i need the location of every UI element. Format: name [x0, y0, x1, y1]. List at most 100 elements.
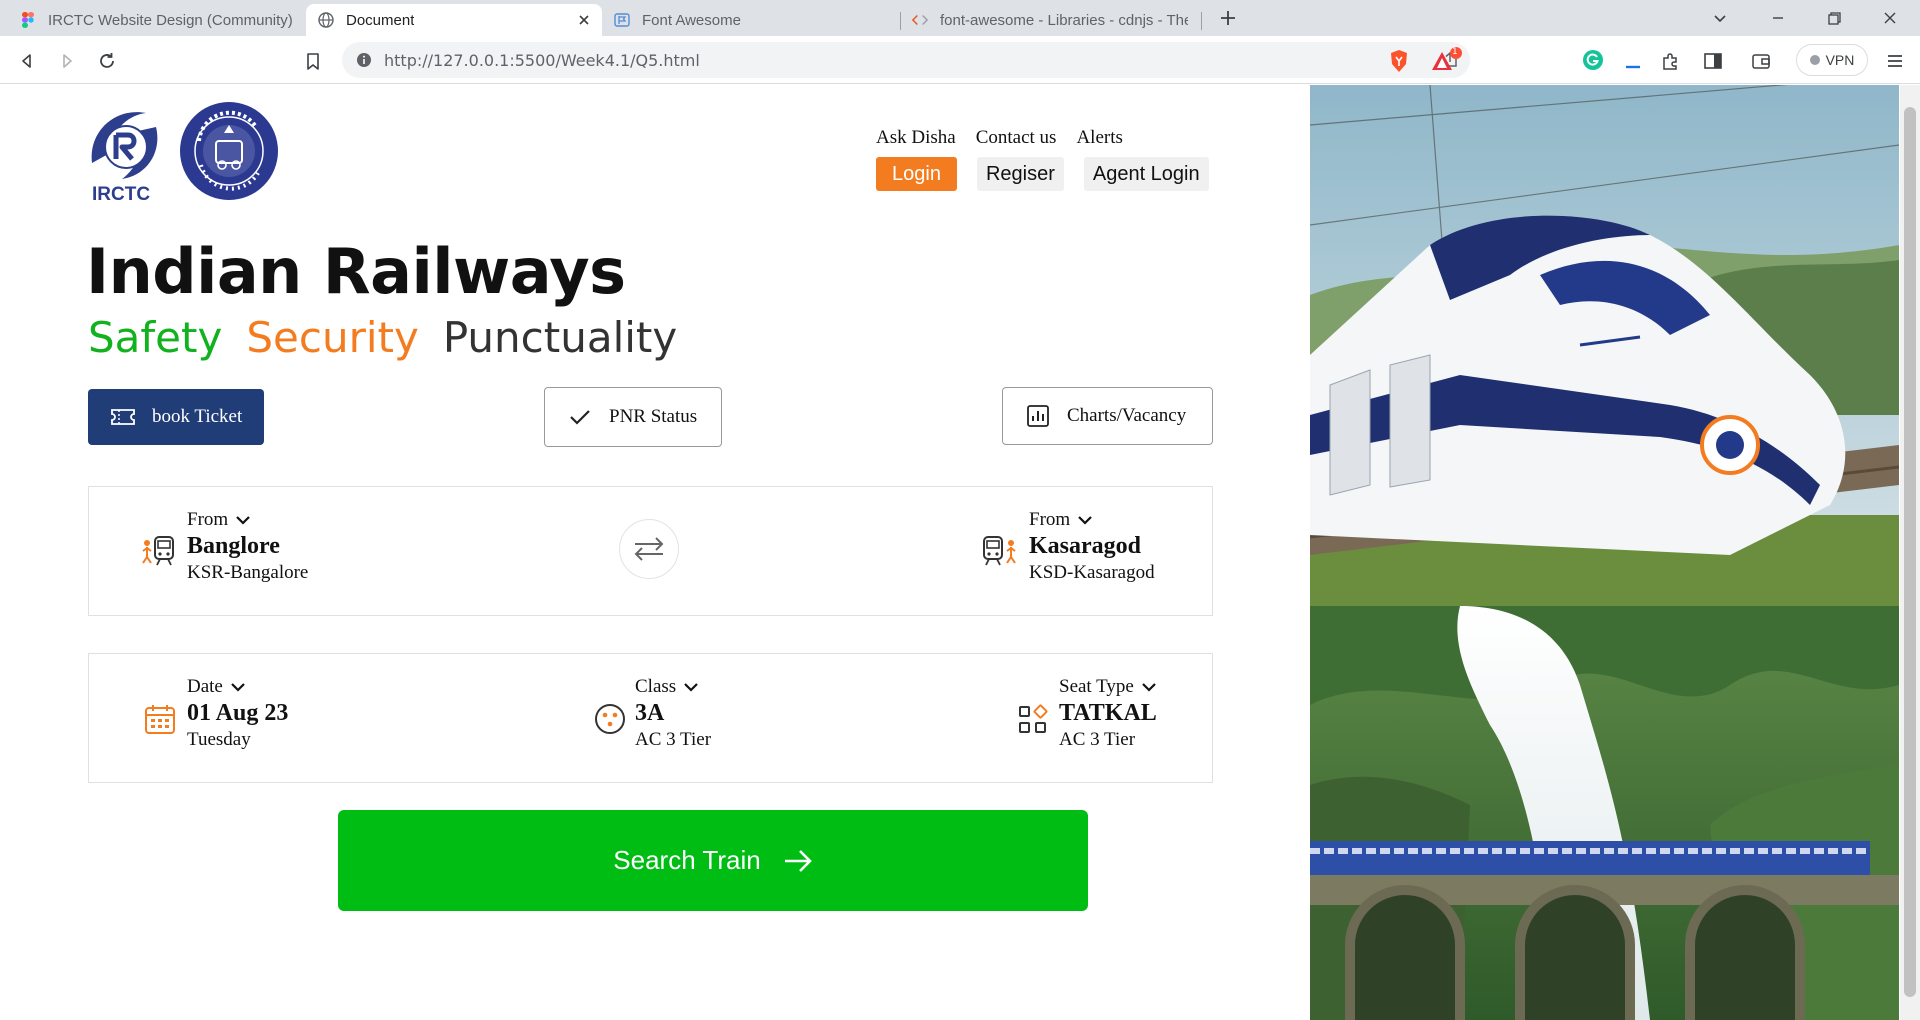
- chevron-down-icon[interactable]: [229, 678, 247, 696]
- close-window-icon[interactable]: [1880, 8, 1900, 28]
- code-brackets-icon: [912, 12, 928, 28]
- close-tab-icon[interactable]: [576, 12, 592, 28]
- restore-window-icon[interactable]: [1824, 8, 1844, 28]
- arrow-right-icon: [784, 849, 812, 872]
- pnr-status-label: PNR Status: [609, 406, 698, 427]
- vpn-button[interactable]: VPN: [1796, 44, 1868, 76]
- charts-vacancy-button[interactable]: Charts/Vacancy: [1002, 387, 1213, 445]
- tab-search-chevron-icon[interactable]: [1710, 8, 1730, 28]
- page-scrollbar[interactable]: [1900, 85, 1920, 1020]
- to-label: From: [1029, 509, 1071, 530]
- chevron-down-icon[interactable]: [1076, 511, 1094, 529]
- wallet-icon[interactable]: [1750, 50, 1772, 72]
- train-passenger-icon: [981, 531, 1021, 571]
- seat-type-grid-icon: [1017, 704, 1049, 736]
- ticket-icon: [110, 404, 136, 430]
- url-text: http://127.0.0.1:5500/Week4.1/Q5.html: [384, 51, 700, 70]
- seat-type-field[interactable]: Seat Type TATKAL AC 3 Tier: [1059, 676, 1158, 751]
- tagline: Safety Security Punctuality: [88, 313, 677, 362]
- tab-title: font-awesome - Libraries - cdnjs - The: [940, 11, 1188, 29]
- to-station-name: Kasaragod: [1029, 533, 1142, 559]
- menu-hamburger-icon[interactable]: [1884, 50, 1906, 72]
- tab-title: Font Awesome: [642, 11, 741, 29]
- chevron-down-icon[interactable]: [234, 511, 252, 529]
- tab-irctc-figma[interactable]: IRCTC Website Design (Community) (C: [8, 4, 308, 36]
- chevron-down-icon[interactable]: [1140, 678, 1158, 696]
- tab-title: IRCTC Website Design (Community) (C: [48, 11, 296, 29]
- tagline-punctuality: Punctuality: [442, 313, 678, 362]
- swap-stations-button[interactable]: [619, 519, 679, 579]
- extension-dash-icon[interactable]: [1622, 50, 1644, 72]
- logo-group: IRCTC: [86, 101, 286, 207]
- forward-icon[interactable]: [56, 50, 78, 72]
- from-station-name: Banglore: [187, 533, 280, 559]
- travel-options-card: Date 01 Aug 23 Tuesday Class 3A AC 3 Tie…: [88, 653, 1213, 783]
- checkmark-icon: [567, 404, 593, 430]
- search-train-button[interactable]: Search Train: [338, 810, 1088, 911]
- scrollbar-thumb[interactable]: [1904, 107, 1916, 997]
- brave-shield-icon[interactable]: [1387, 48, 1411, 74]
- tab-document[interactable]: Document: [306, 4, 602, 36]
- minimize-icon[interactable]: [1768, 8, 1788, 28]
- tab-font-awesome[interactable]: Font Awesome: [602, 4, 898, 36]
- tab-separator: [1201, 12, 1202, 30]
- svg-text:IRCTC: IRCTC: [92, 184, 150, 205]
- date-value: 01 Aug 23: [187, 700, 289, 726]
- tagline-safety: Safety: [88, 313, 223, 362]
- date-weekday: Tuesday: [187, 729, 251, 750]
- calendar-icon: [143, 702, 177, 736]
- brave-rewards-icon[interactable]: 1: [1430, 46, 1464, 74]
- tab-cdnjs[interactable]: font-awesome - Libraries - cdnjs - The: [900, 4, 1200, 36]
- font-awesome-flag-icon: [614, 12, 630, 28]
- date-label: Date: [187, 676, 223, 697]
- vpn-label: VPN: [1825, 52, 1855, 68]
- page-title: Indian Railways: [86, 235, 626, 308]
- to-station-code: KSD-Kasaragod: [1029, 562, 1155, 583]
- hero-image-panel: [1310, 85, 1899, 1020]
- search-train-label: Search Train: [613, 845, 761, 875]
- pnr-status-button[interactable]: PNR Status: [544, 387, 722, 447]
- from-station-code: KSR-Bangalore: [187, 562, 309, 583]
- agent-login-button[interactable]: Agent Login: [1083, 157, 1209, 191]
- alerts-link[interactable]: Alerts: [1076, 127, 1122, 149]
- top-navigation: Ask Disha Contact us Alerts Login Regise…: [876, 127, 1209, 191]
- browser-toolbar: http://127.0.0.1:5500/Week4.1/Q5.html 1 …: [0, 36, 1920, 84]
- journey-card: From Banglore KSR-Bangalore From Kasarag…: [88, 486, 1213, 616]
- class-value: 3A: [635, 700, 665, 726]
- to-station-field[interactable]: From Kasaragod KSD-Kasaragod: [1029, 509, 1155, 584]
- tab-title: Document: [346, 11, 415, 29]
- book-ticket-label: book Ticket: [152, 406, 243, 427]
- date-field[interactable]: Date 01 Aug 23 Tuesday: [187, 676, 288, 751]
- class-description: AC 3 Tier: [635, 729, 712, 750]
- register-button[interactable]: Regiser: [976, 157, 1064, 191]
- figma-icon: [20, 12, 36, 28]
- bar-chart-icon: [1025, 403, 1051, 429]
- tagline-security: Security: [246, 313, 419, 362]
- class-field[interactable]: Class 3A AC 3 Tier: [635, 676, 711, 751]
- back-icon[interactable]: [16, 50, 38, 72]
- login-button[interactable]: Login: [876, 157, 957, 191]
- globe-icon: [318, 12, 334, 28]
- ask-disha-link[interactable]: Ask Disha: [876, 127, 956, 149]
- seat-type-description: AC 3 Tier: [1059, 729, 1136, 750]
- train-scenery-image: [1310, 85, 1899, 1020]
- swap-arrows-icon: [634, 537, 664, 561]
- book-ticket-button[interactable]: book Ticket: [88, 389, 264, 445]
- seat-type-value: TATKAL: [1059, 700, 1157, 726]
- sidebar-toggle-icon[interactable]: [1702, 50, 1724, 72]
- from-label: From: [187, 509, 229, 530]
- reload-icon[interactable]: [96, 50, 118, 72]
- irctc-logo-icon: IRCTC: [91, 102, 278, 205]
- page-content: IRCTC Ask Disha Contact us Alerts Login …: [0, 85, 1920, 1020]
- extensions-puzzle-icon[interactable]: [1660, 50, 1682, 72]
- address-bar[interactable]: http://127.0.0.1:5500/Week4.1/Q5.html: [342, 42, 1470, 78]
- browser-tab-bar: IRCTC Website Design (Community) (C Docu…: [0, 0, 1920, 36]
- seat-type-label: Seat Type: [1059, 676, 1134, 697]
- contact-us-link[interactable]: Contact us: [976, 127, 1057, 149]
- chevron-down-icon[interactable]: [682, 678, 700, 696]
- new-tab-icon[interactable]: [1218, 8, 1238, 28]
- from-station-field[interactable]: From Banglore KSR-Bangalore: [187, 509, 308, 584]
- site-info-icon[interactable]: [356, 52, 372, 68]
- bookmark-icon[interactable]: [302, 50, 324, 72]
- grammarly-icon[interactable]: [1582, 49, 1604, 71]
